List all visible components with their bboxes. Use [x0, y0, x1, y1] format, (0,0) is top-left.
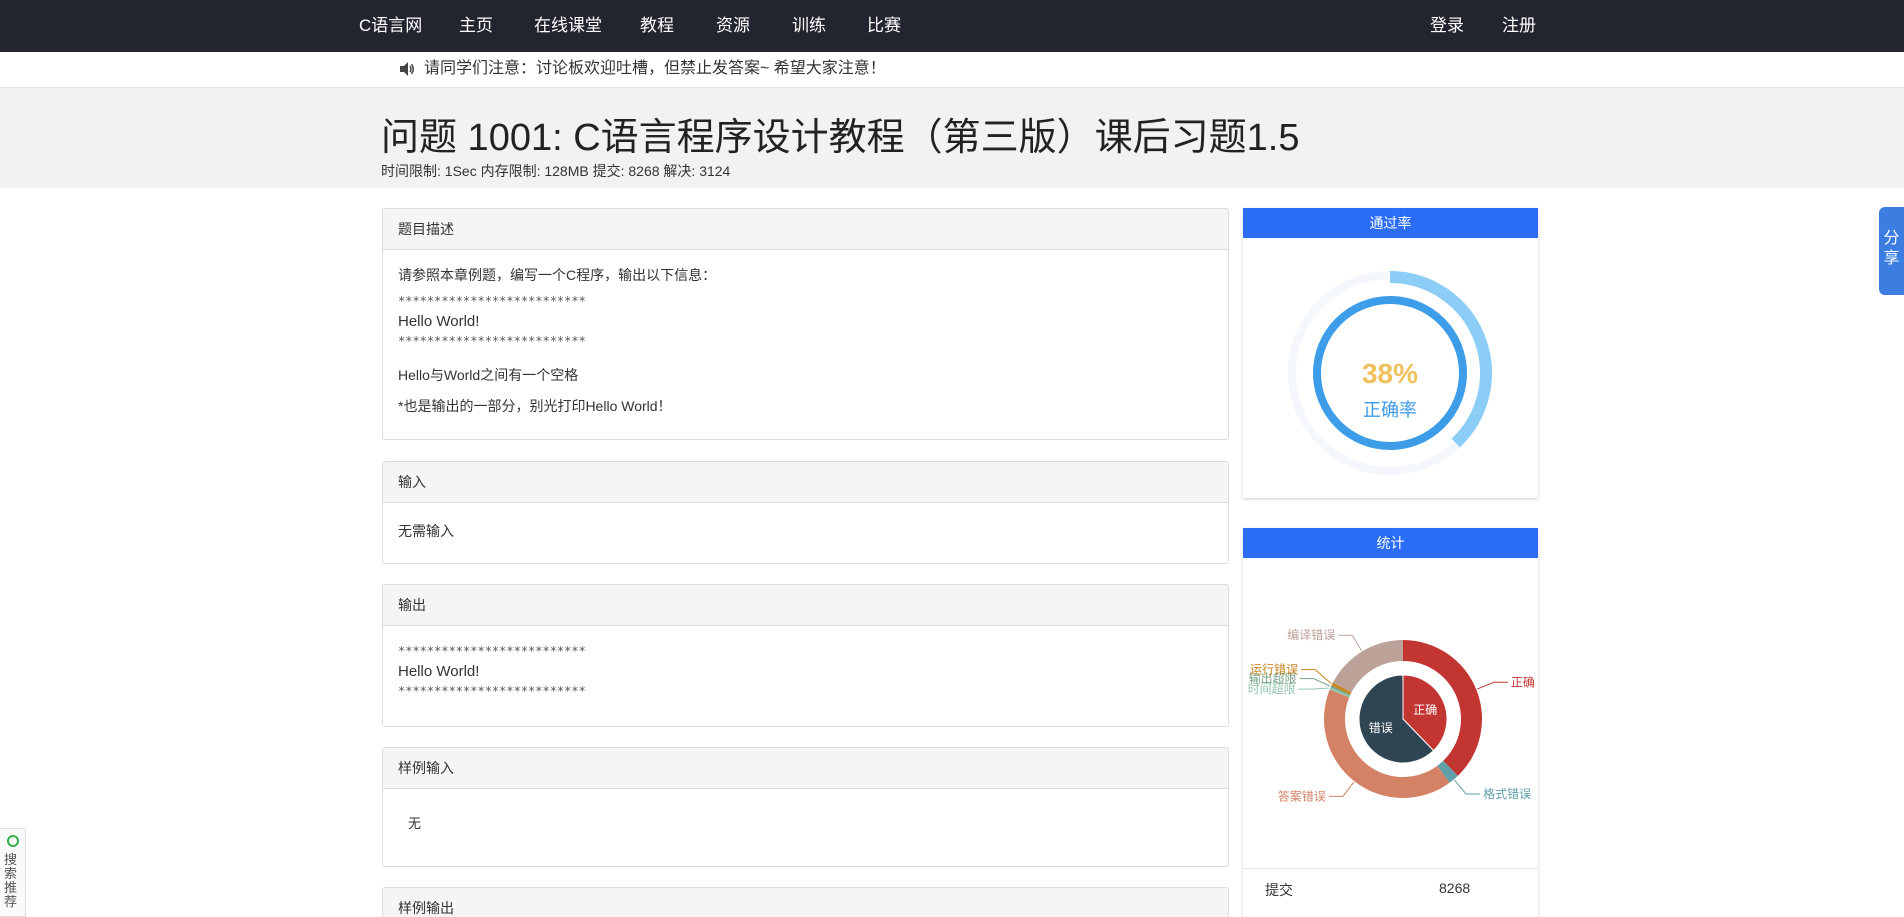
output-panel: 输出 ************************** Hello Worl…: [382, 584, 1229, 727]
leader-line-correct: [1476, 681, 1508, 690]
notice-bar: 请同学们注意：讨论板欢迎吐槽，但禁止发答案~ 希望大家注意！: [0, 52, 1904, 88]
leader-line-time-limit: [1298, 687, 1330, 690]
inner-label-wrong: 错误: [1369, 721, 1393, 735]
inner-label-correct: 正确: [1413, 703, 1437, 717]
description-header: 题目描述: [383, 209, 1228, 250]
stat-value-submit: 8268: [1439, 880, 1471, 896]
sample-input-text: 无: [408, 816, 422, 831]
stat-row-submit: 提交 8268: [1243, 868, 1538, 908]
nav-item-online-class[interactable]: 在线课堂: [534, 0, 602, 52]
sample-output-panel: 样例输出: [382, 887, 1229, 917]
stat-key-submit: 提交: [1265, 882, 1293, 898]
outer-label-wrong-answer: 答案错误: [1278, 788, 1326, 803]
stats-card: 统计 正确 错误 正确 格式错误 答案错误 时间超限 输出超限 运行错误 编译错误 提交 826…: [1243, 528, 1538, 917]
title-band: 问题 1001: C语言程序设计教程（第三版）课后习题1.5 时间限制: 1Se…: [0, 88, 1904, 188]
nav-item-resources[interactable]: 资源: [716, 0, 750, 52]
outer-label-runtime-error: 运行错误: [1250, 663, 1298, 677]
leader-line-compile-error: [1338, 634, 1362, 651]
description-body: 请参照本章例题，编写一个C程序，输出以下信息： ****************…: [383, 250, 1228, 439]
page-title: 问题 1001: C语言程序设计教程（第三版）课后习题1.5: [381, 117, 1300, 159]
stats-header: 统计: [1243, 528, 1538, 558]
nav-item-tutorial[interactable]: 教程: [640, 0, 674, 52]
pass-rate-card: 通过率 38% 正确率: [1243, 208, 1538, 498]
leader-line-output-limit: [1299, 678, 1331, 687]
output-hello: Hello World!: [398, 663, 480, 680]
description-hello: Hello World!: [398, 313, 480, 330]
pass-rate-gauge: 38% 正确率: [1288, 271, 1492, 475]
output-stars-top: **************************: [398, 644, 586, 658]
gauge-label: 正确率: [1363, 400, 1417, 421]
sample-input-header: 样例输入: [383, 748, 1228, 789]
nav-brand-link[interactable]: C语言网: [359, 0, 422, 52]
output-header: 输出: [383, 585, 1228, 626]
description-panel: 题目描述 请参照本章例题，编写一个C程序，输出以下信息： ***********…: [382, 208, 1229, 440]
speaker-icon: [400, 62, 414, 76]
description-note-space: Hello与World之间有一个空格: [398, 367, 579, 383]
leader-line-runtime-error: [1301, 669, 1332, 684]
search-recommend-label: 搜索推荐: [4, 852, 18, 909]
result-donut-chart: 正确错误正确格式错误答案错误时间超限输出超限运行错误编译错误: [1248, 627, 1535, 803]
description-stars-top: **************************: [398, 294, 586, 308]
output-stars-bottom: **************************: [398, 684, 586, 698]
share-label: 分享: [1883, 230, 1900, 267]
leader-line-wrong-answer: [1328, 781, 1355, 797]
description-stars-bottom: **************************: [398, 334, 586, 348]
pass-rate-header: 通过率: [1243, 208, 1538, 238]
top-navbar: C语言网 主页 在线课堂 教程 资源 训练 比赛 登录 注册: [0, 0, 1904, 52]
description-intro: 请参照本章例题，编写一个C程序，输出以下信息：: [398, 267, 717, 283]
outer-label-correct: 正确: [1511, 675, 1535, 689]
sample-output-header: 样例输出: [383, 888, 1228, 917]
leader-line-format-error: [1454, 779, 1481, 795]
description-note-star: *也是输出的一部分，别光打印Hello World！: [398, 398, 672, 414]
search-recommend-widget[interactable]: 搜索推荐: [0, 828, 26, 917]
nav-item-contest[interactable]: 比赛: [867, 0, 901, 52]
input-header: 输入: [383, 462, 1228, 503]
sample-input-body: 无: [383, 789, 1228, 866]
input-body: 无需输入: [383, 503, 1228, 563]
search-logo-icon: [7, 835, 19, 847]
notice-text: 请同学们注意：讨论板欢迎吐槽，但禁止发答案~ 希望大家注意！: [424, 60, 886, 77]
nav-item-training[interactable]: 训练: [792, 0, 826, 52]
outer-label-compile-error: 编译错误: [1287, 627, 1335, 642]
sample-input-panel: 样例输入 无: [382, 747, 1229, 867]
output-body: ************************** Hello World! …: [383, 626, 1228, 726]
input-text: 无需输入: [398, 523, 454, 539]
login-link[interactable]: 登录: [1430, 0, 1464, 52]
share-tab[interactable]: 分享: [1879, 207, 1904, 295]
input-panel: 输入 无需输入: [382, 461, 1229, 564]
problem-meta: 时间限制: 1Sec 内存限制: 128MB 提交: 8268 解决: 3124: [381, 163, 731, 179]
gauge-percent: 38%: [1362, 358, 1418, 389]
outer-label-format-error: 格式错误: [1483, 786, 1531, 801]
register-link[interactable]: 注册: [1502, 0, 1536, 52]
nav-item-home[interactable]: 主页: [459, 0, 493, 52]
